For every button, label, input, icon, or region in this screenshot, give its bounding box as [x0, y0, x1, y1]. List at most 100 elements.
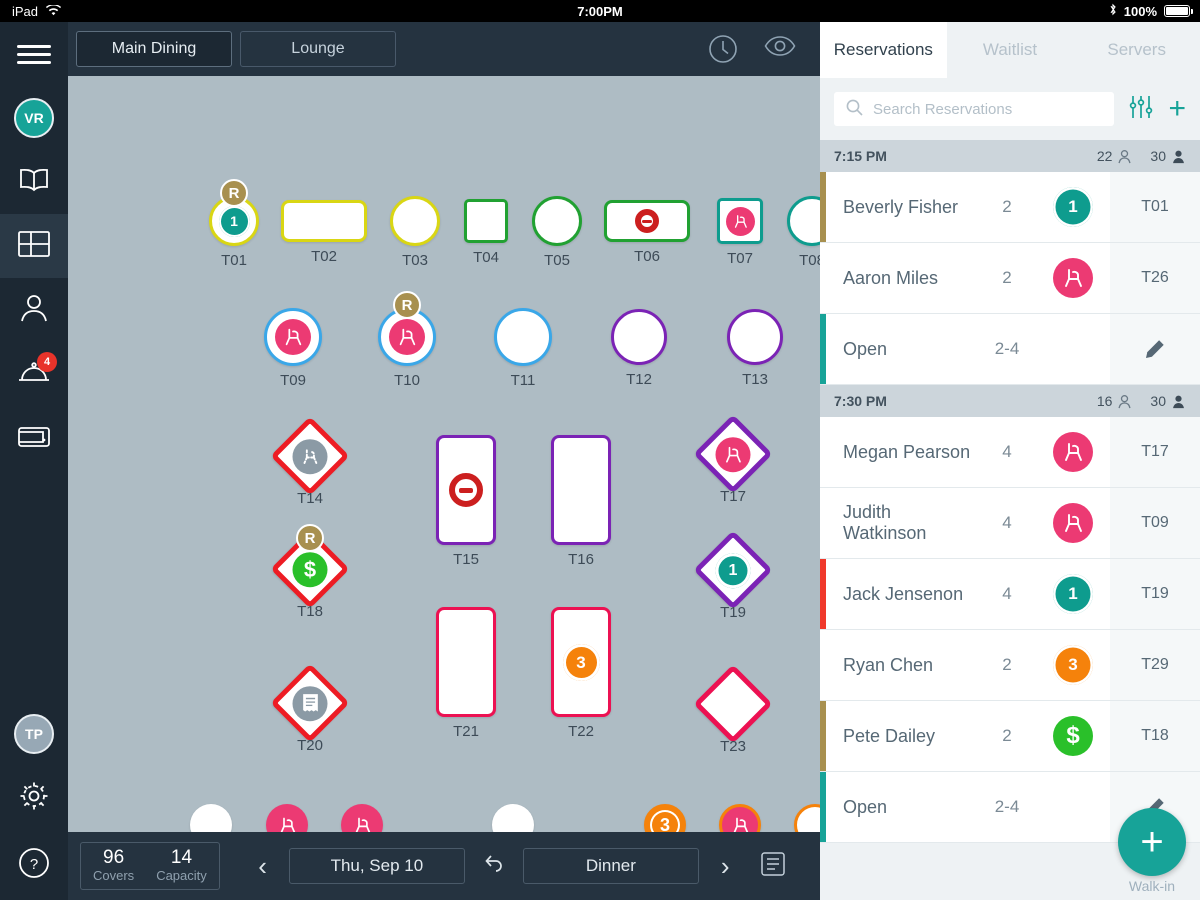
reservation-guest-name: Open: [843, 338, 888, 359]
sidebar-item-payments[interactable]: [0, 406, 68, 470]
reservation-party-size: 4: [1002, 442, 1012, 461]
clock-icon[interactable]: [708, 34, 738, 64]
covers-capacity-box[interactable]: 96 Covers 14 Capacity: [80, 842, 220, 890]
floor-table-t17[interactable]: T17: [693, 414, 773, 508]
status-bar-clock: 7:00PM: [577, 3, 623, 19]
sidebar-item-guests[interactable]: [0, 278, 68, 342]
reservation-guest-name: Megan Pearson: [843, 441, 971, 462]
course-number-icon: 3: [1053, 645, 1093, 685]
undo-icon[interactable]: [483, 853, 505, 880]
table-shape-diamond: [693, 414, 773, 494]
floor-table-t01[interactable]: 1 R T01: [209, 179, 259, 272]
date-selector[interactable]: Thu, Sep 10: [288, 848, 465, 884]
date-label: Thu, Sep 10: [330, 856, 424, 875]
reservation-row-open[interactable]: Open 2-4: [820, 314, 1200, 385]
floor-table-t06[interactable]: T06: [604, 200, 690, 268]
tab-waitlist[interactable]: Waitlist: [947, 22, 1074, 78]
user-avatar-tp[interactable]: TP: [0, 702, 68, 766]
hamburger-menu-icon[interactable]: [0, 22, 68, 86]
list-view-icon[interactable]: [760, 851, 786, 882]
battery-percent: 100%: [1123, 3, 1157, 19]
floor-table-t03[interactable]: T03: [390, 196, 440, 272]
sidebar-item-floorplan[interactable]: [0, 214, 68, 278]
eye-icon[interactable]: [764, 34, 796, 64]
tab-label: Servers: [1107, 40, 1166, 59]
floor-table-t10[interactable]: R T10: [378, 291, 436, 392]
search-input[interactable]: Search Reservations: [834, 92, 1115, 126]
tab-reservations[interactable]: Reservations: [820, 22, 947, 78]
reservation-row[interactable]: Judith Watkinson 4 T09: [820, 488, 1200, 559]
service-selector[interactable]: Dinner: [522, 848, 699, 884]
chevron-left-icon[interactable]: ‹: [254, 853, 271, 879]
slot-booked-count: 22: [1097, 148, 1133, 164]
sidebar-item-alerts[interactable]: 4: [0, 342, 68, 406]
room-tab-main-dining[interactable]: Main Dining: [76, 31, 232, 67]
floor-table-t04[interactable]: T04: [464, 199, 508, 269]
chevron-right-icon[interactable]: ›: [717, 853, 734, 879]
table-shape-diamond: 1: [693, 530, 773, 610]
table-shape-diamond: [693, 664, 773, 744]
user-avatar-vr[interactable]: VR: [0, 86, 68, 150]
edit-reservation-button[interactable]: [1110, 314, 1200, 384]
reservation-status-icon: [1036, 488, 1110, 558]
reservation-table-number: T29: [1110, 630, 1200, 700]
reservation-list[interactable]: 7:15 PM 22 30 Beverly Fisher 2 1 T01 Aaron Mile…: [820, 140, 1200, 843]
table-shape-rrect: [436, 607, 496, 717]
floor-table-t14[interactable]: T14: [270, 416, 350, 510]
floor-table-t13[interactable]: T13: [727, 309, 783, 391]
reservation-row[interactable]: Jack Jensenon 4 1 T19: [820, 559, 1200, 630]
sidebar-item-help[interactable]: ?: [0, 830, 68, 900]
sidebar-item-settings[interactable]: [0, 766, 68, 830]
reservation-guest-name: Open: [843, 796, 888, 817]
reservation-row[interactable]: Beverly Fisher 2 1 T01: [820, 172, 1200, 243]
tab-label: Waitlist: [982, 40, 1038, 59]
tab-servers[interactable]: Servers: [1073, 22, 1200, 78]
alerts-badge: 4: [37, 352, 57, 372]
reservation-row[interactable]: Ryan Chen 2 3 T29: [820, 630, 1200, 701]
capacity-label: Capacity: [156, 868, 207, 883]
floor-table-t11[interactable]: T11: [494, 308, 552, 392]
floor-table-t20[interactable]: T20: [270, 663, 350, 757]
floor-table-t22[interactable]: 3 T22: [551, 607, 611, 743]
panel-tabs: Reservations Waitlist Servers: [820, 22, 1200, 78]
panel-search-row: Search Reservations +: [820, 78, 1200, 140]
walk-in-control[interactable]: + Walk-in: [1118, 808, 1186, 894]
floor-table-t21[interactable]: T21: [436, 607, 496, 743]
floor-table-t02[interactable]: T02: [281, 200, 367, 268]
chair-icon: [725, 206, 755, 236]
filter-sliders-icon[interactable]: [1128, 94, 1154, 125]
table-label: T15: [453, 551, 479, 568]
floor-table-t18[interactable]: $ R T18: [270, 524, 350, 623]
floor-table-t07[interactable]: T07: [717, 198, 763, 270]
floorplan-canvas[interactable]: 1 R T01 T02 T03 T04 T05 T06 T07 T08 T09 R T10 T11 T12 T…: [68, 76, 837, 869]
slot-capacity-count: 30: [1150, 393, 1186, 409]
reservation-row[interactable]: Megan Pearson 4 T17: [820, 417, 1200, 488]
floor-table-t15[interactable]: T15: [436, 435, 496, 571]
table-label: T17: [720, 488, 746, 505]
table-label: T13: [742, 371, 768, 388]
table-shape-square: [464, 199, 508, 243]
sidebar-item-guestbook[interactable]: [0, 150, 68, 214]
reservation-guest-name: Ryan Chen: [843, 654, 934, 675]
course-number-icon: 1: [218, 205, 250, 237]
slot-time: 7:30 PM: [834, 393, 887, 409]
reservation-status-icon: 1: [1036, 559, 1110, 629]
room-tab-lounge[interactable]: Lounge: [240, 31, 396, 67]
table-shape-diamond: [270, 416, 350, 496]
reservations-panel: Reservations Waitlist Servers Search Res…: [820, 22, 1200, 900]
reservation-party-size: 2-4: [994, 339, 1020, 358]
floor-table-t05[interactable]: T05: [532, 196, 582, 272]
add-reservation-button[interactable]: +: [1168, 94, 1186, 124]
floor-table-t16[interactable]: T16: [551, 435, 611, 571]
floor-table-t09[interactable]: T09: [264, 308, 322, 392]
reservation-row[interactable]: Aaron Miles 2 T26: [820, 243, 1200, 314]
dollar-icon: $: [1053, 716, 1093, 756]
table-shape-rrect: [436, 435, 496, 545]
walk-in-button[interactable]: +: [1118, 808, 1186, 876]
reservation-row[interactable]: Pete Dailey 2 $ T18: [820, 701, 1200, 772]
floor-table-t19[interactable]: 1 T19: [693, 530, 773, 624]
floor-table-t23[interactable]: T23: [693, 664, 773, 758]
table-shape-rrect: [281, 200, 367, 242]
table-shape-circle: [611, 309, 667, 365]
floor-table-t12[interactable]: T12: [611, 309, 667, 391]
